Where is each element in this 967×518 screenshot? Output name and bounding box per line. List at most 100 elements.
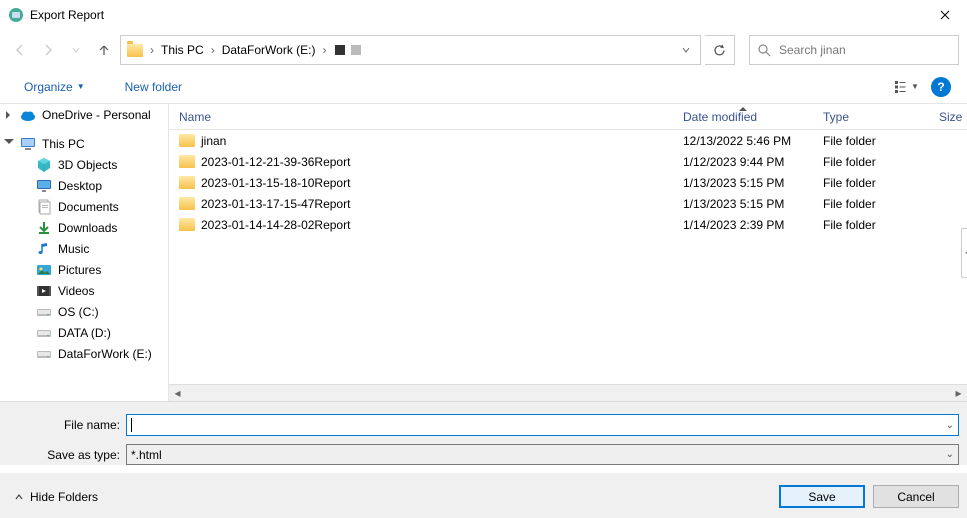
chevron-up-icon bbox=[14, 492, 24, 502]
text-cursor bbox=[131, 418, 132, 432]
cube-icon bbox=[36, 157, 52, 173]
breadcrumb-drive[interactable]: DataForWork (E:) bbox=[220, 43, 318, 57]
file-date: 1/13/2023 5:15 PM bbox=[673, 176, 813, 190]
tree-dataforwork-e[interactable]: DataForWork (E:) bbox=[0, 343, 168, 364]
documents-icon bbox=[36, 199, 52, 215]
horizontal-scrollbar[interactable]: ◂ ▸ bbox=[169, 384, 967, 401]
file-row[interactable]: 2023-01-14-14-28-02Report 1/14/2023 2:39 … bbox=[169, 214, 967, 235]
search-icon bbox=[758, 44, 771, 57]
address-indicator bbox=[351, 45, 361, 55]
folder-icon bbox=[179, 197, 195, 210]
drive-icon bbox=[36, 304, 52, 320]
file-row[interactable]: jinan 12/13/2022 5:46 PMFile folder bbox=[169, 130, 967, 151]
scroll-right-icon[interactable]: ▸ bbox=[950, 385, 967, 402]
file-type: File folder bbox=[813, 197, 929, 211]
tree-pictures[interactable]: Pictures bbox=[0, 259, 168, 280]
address-dropdown[interactable] bbox=[676, 43, 696, 57]
up-button[interactable] bbox=[92, 38, 116, 62]
column-type[interactable]: Type bbox=[813, 110, 929, 124]
caret-down-icon: ▼ bbox=[911, 82, 919, 91]
navigation-tree[interactable]: OneDrive - Personal This PC 3D Objects D… bbox=[0, 104, 168, 401]
pictures-icon bbox=[36, 262, 52, 278]
drive-icon bbox=[36, 325, 52, 341]
file-name: 2023-01-13-17-15-47Report bbox=[201, 197, 350, 211]
app-icon bbox=[8, 7, 24, 23]
folder-icon bbox=[179, 218, 195, 231]
save-button[interactable]: Save bbox=[779, 485, 865, 508]
tree-documents[interactable]: Documents bbox=[0, 196, 168, 217]
window-title: Export Report bbox=[30, 8, 922, 22]
file-name: 2023-01-14-14-28-02Report bbox=[201, 218, 350, 232]
help-button[interactable]: ? bbox=[931, 77, 951, 97]
caret-down-icon[interactable]: ⌄ bbox=[946, 420, 954, 431]
file-type: File folder bbox=[813, 134, 929, 148]
titlebar: Export Report bbox=[0, 0, 967, 30]
folder-icon bbox=[179, 155, 195, 168]
tree-onedrive[interactable]: OneDrive - Personal bbox=[0, 104, 168, 125]
scroll-left-icon[interactable]: ◂ bbox=[169, 385, 186, 402]
organize-button[interactable]: Organize ▼ bbox=[18, 76, 91, 98]
chevron-right-icon[interactable]: › bbox=[319, 43, 329, 57]
tree-desktop[interactable]: Desktop bbox=[0, 175, 168, 196]
file-name: 2023-01-12-21-39-36Report bbox=[201, 155, 350, 169]
chevron-right-icon[interactable]: › bbox=[208, 43, 218, 57]
file-date: 12/13/2022 5:46 PM bbox=[673, 134, 813, 148]
file-row[interactable]: 2023-01-12-21-39-36Report 1/12/2023 9:44 … bbox=[169, 151, 967, 172]
file-date: 1/14/2023 2:39 PM bbox=[673, 218, 813, 232]
back-button[interactable] bbox=[8, 38, 32, 62]
forward-button[interactable] bbox=[36, 38, 60, 62]
file-type: File folder bbox=[813, 176, 929, 190]
search-placeholder: Search jinan bbox=[779, 43, 846, 57]
download-icon bbox=[36, 220, 52, 236]
filename-input[interactable]: ⌄ bbox=[126, 414, 959, 436]
address-extras bbox=[331, 45, 365, 55]
view-options-button[interactable]: ▼ bbox=[893, 76, 921, 98]
cloud-icon bbox=[20, 107, 36, 123]
file-list: Name Date modified Type Size jinan 12/13/… bbox=[168, 104, 967, 401]
file-type: File folder bbox=[813, 218, 929, 232]
file-name: 2023-01-13-15-18-10Report bbox=[201, 176, 350, 190]
sort-indicator-icon bbox=[739, 107, 747, 111]
pc-icon bbox=[20, 136, 36, 152]
save-panel: File name: ⌄ Save as type: *.html ⌄ bbox=[0, 401, 967, 465]
file-list-header: Name Date modified Type Size bbox=[169, 104, 967, 130]
saveastype-select[interactable]: *.html ⌄ bbox=[126, 444, 959, 465]
refresh-button[interactable] bbox=[705, 35, 735, 65]
cancel-button[interactable]: Cancel bbox=[873, 485, 959, 508]
tree-music[interactable]: Music bbox=[0, 238, 168, 259]
caret-down-icon: ⌄ bbox=[946, 449, 954, 460]
tree-downloads[interactable]: Downloads bbox=[0, 217, 168, 238]
search-input[interactable]: Search jinan bbox=[749, 35, 959, 65]
recent-dropdown[interactable] bbox=[64, 38, 88, 62]
hide-folders-button[interactable]: Hide Folders bbox=[14, 490, 98, 504]
address-indicator bbox=[335, 45, 345, 55]
file-date: 1/12/2023 9:44 PM bbox=[673, 155, 813, 169]
column-size[interactable]: Size bbox=[929, 110, 965, 124]
music-icon bbox=[36, 241, 52, 257]
tree-3dobjects[interactable]: 3D Objects bbox=[0, 154, 168, 175]
navbar: › This PC › DataForWork (E:) › Search ji… bbox=[0, 30, 967, 70]
file-row[interactable]: 2023-01-13-17-15-47Report1/13/2023 5:15 … bbox=[169, 193, 967, 214]
saveastype-label: Save as type: bbox=[8, 448, 126, 462]
column-date[interactable]: Date modified bbox=[673, 110, 813, 124]
tree-thispc[interactable]: This PC bbox=[0, 133, 168, 154]
file-name: jinan bbox=[201, 134, 226, 148]
toolbar: Organize ▼ New folder ▼ ? bbox=[0, 70, 967, 104]
footer: Hide Folders Save Cancel bbox=[0, 473, 967, 518]
tree-os-c[interactable]: OS (C:) bbox=[0, 301, 168, 322]
videos-icon bbox=[36, 283, 52, 299]
tree-data-d[interactable]: DATA (D:) bbox=[0, 322, 168, 343]
desktop-icon bbox=[36, 178, 52, 194]
address-bar[interactable]: › This PC › DataForWork (E:) › bbox=[120, 35, 701, 65]
main-area: OneDrive - Personal This PC 3D Objects D… bbox=[0, 104, 967, 401]
filename-label: File name: bbox=[8, 418, 126, 432]
folder-icon bbox=[179, 176, 195, 189]
tree-videos[interactable]: Videos bbox=[0, 280, 168, 301]
caret-down-icon: ▼ bbox=[77, 82, 85, 91]
breadcrumb-thispc[interactable]: This PC bbox=[159, 43, 206, 57]
column-name[interactable]: Name bbox=[169, 110, 673, 124]
close-button[interactable] bbox=[922, 0, 967, 30]
file-row[interactable]: 2023-01-13-15-18-10Report 1/13/2023 5:15 … bbox=[169, 172, 967, 193]
chevron-right-icon[interactable]: › bbox=[147, 43, 157, 57]
new-folder-button[interactable]: New folder bbox=[119, 76, 188, 98]
